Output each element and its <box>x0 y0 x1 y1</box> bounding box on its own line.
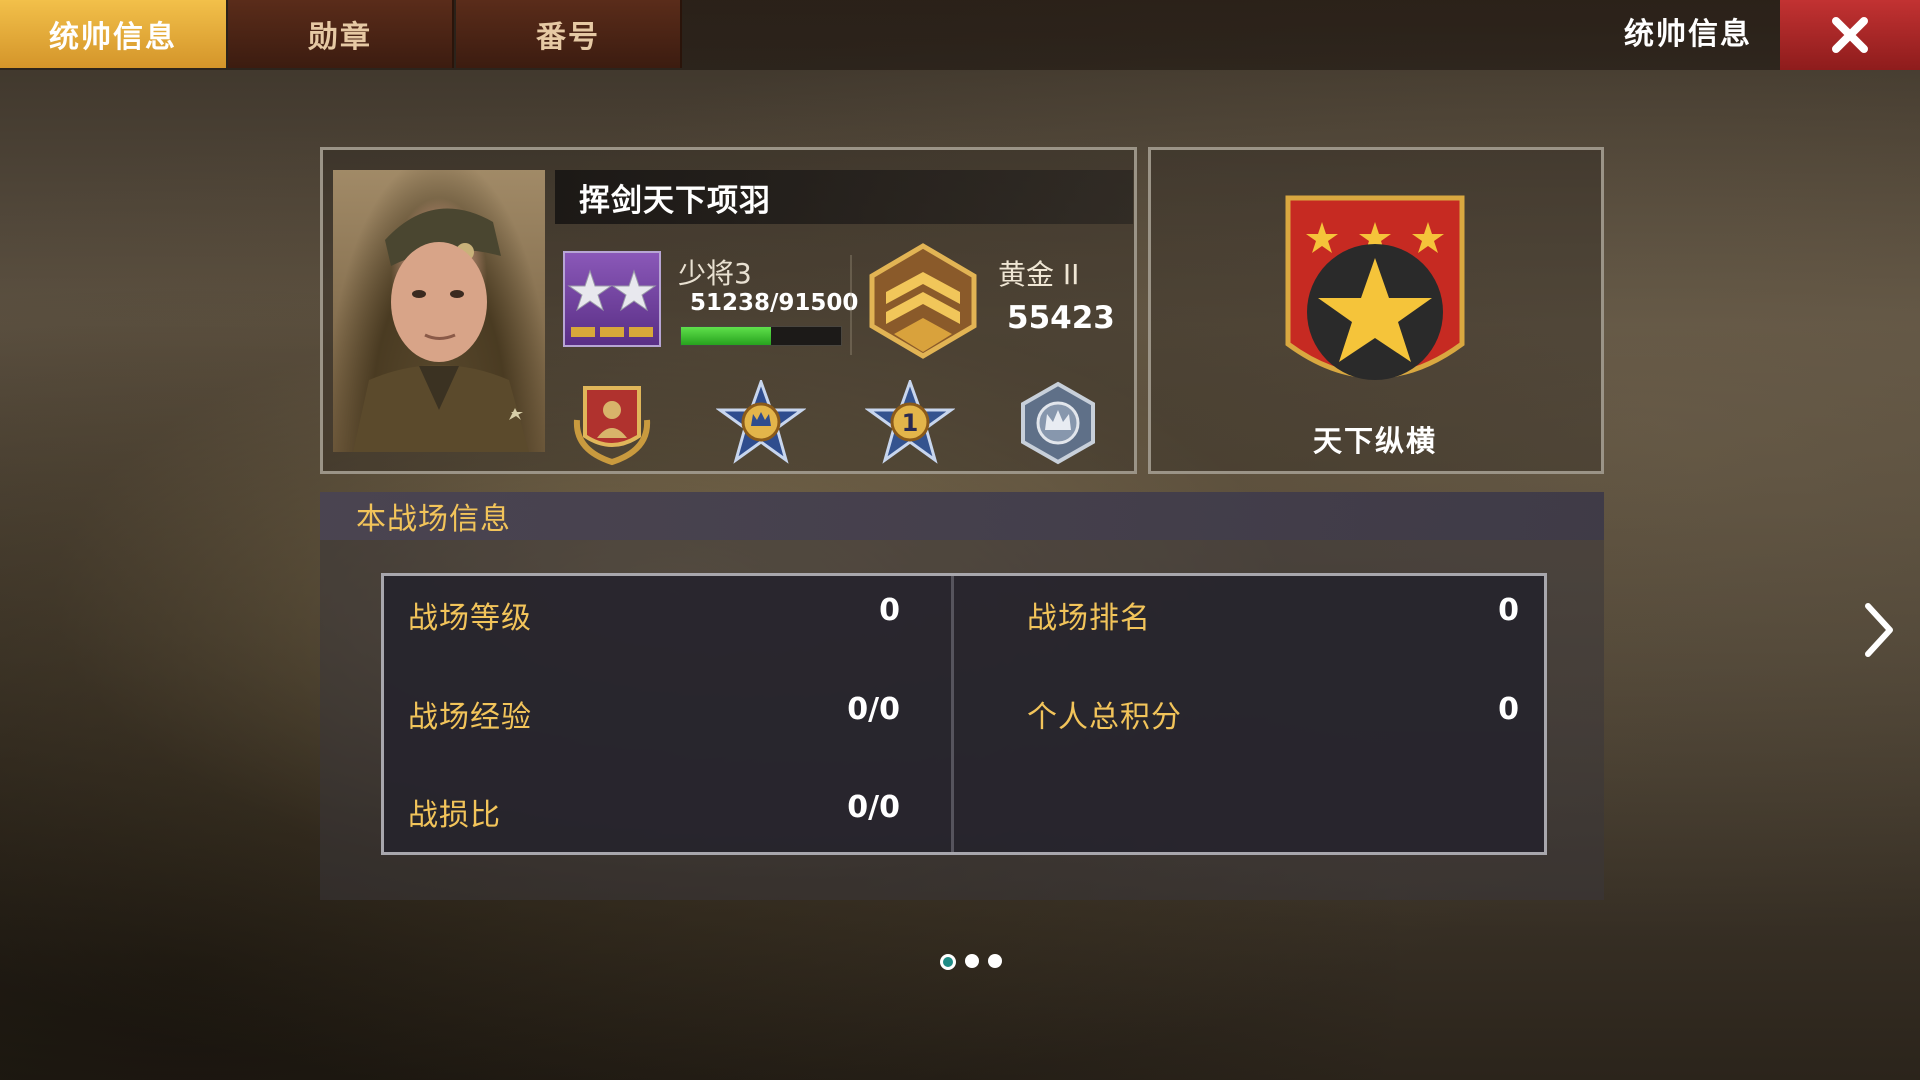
crown-star-medal-icon[interactable] <box>716 380 806 466</box>
silver-crown-medal-icon[interactable] <box>1013 380 1103 466</box>
stat-value-battle-level: 0 <box>879 593 900 628</box>
tab-medals-label: 勋章 <box>308 20 372 55</box>
stat-label-battle-level: 战场等级 <box>408 601 532 636</box>
exp-progress-bar <box>680 326 842 346</box>
stat-value-battle-exp: 0/0 <box>847 692 900 727</box>
stat-value-battle-rank: 0 <box>1498 593 1519 628</box>
gold-tier-icon[interactable] <box>866 242 980 360</box>
gold-tier-score: 55423 <box>1007 300 1115 336</box>
close-icon <box>1832 17 1868 53</box>
commander-portrait[interactable] <box>333 170 545 452</box>
profile-divider <box>850 255 852 355</box>
rank-name: 少将3 <box>678 257 752 290</box>
page-dot-2[interactable] <box>965 954 979 968</box>
page-title: 统帅信息 <box>1624 17 1752 52</box>
next-page-arrow-icon[interactable] <box>1858 600 1898 660</box>
svg-text:1: 1 <box>902 409 919 437</box>
tab-unit-number[interactable]: 番号 <box>456 0 682 68</box>
avatar <box>353 208 529 452</box>
page-dot-1[interactable] <box>940 954 956 970</box>
soldier-medal-icon[interactable] <box>567 380 657 466</box>
battlefield-section-title: 本战场信息 <box>320 492 1604 540</box>
stat-value-loss-ratio: 0/0 <box>847 790 900 825</box>
legion-shield-icon[interactable] <box>1282 194 1468 418</box>
number-one-medal-icon[interactable]: 1 <box>865 380 955 466</box>
stat-value-total-points: 0 <box>1498 692 1519 727</box>
gold-tier-label: 黄金 II <box>998 258 1080 291</box>
rank-badge[interactable] <box>563 251 661 347</box>
close-button[interactable] <box>1780 0 1920 70</box>
pagination-dots <box>940 954 1002 970</box>
rank-stars-icon <box>567 269 657 337</box>
stats-divider <box>951 576 954 852</box>
stat-label-total-points: 个人总积分 <box>1027 700 1182 735</box>
stat-label-battle-rank: 战场排名 <box>1027 601 1151 636</box>
legion-name: 天下纵横 <box>1312 424 1437 458</box>
tab-commander-info[interactable]: 统帅信息 <box>0 0 226 68</box>
rank-exp: 51238/91500 <box>690 290 859 316</box>
tab-medals[interactable]: 勋章 <box>228 0 454 68</box>
stat-label-loss-ratio: 战损比 <box>408 798 501 833</box>
exp-progress-fill <box>681 327 771 345</box>
page-dot-3[interactable] <box>988 954 1002 968</box>
tab-unit-number-label: 番号 <box>536 20 600 55</box>
tab-commander-info-label: 统帅信息 <box>49 20 177 55</box>
stat-label-battle-exp: 战场经验 <box>408 700 532 735</box>
commander-name: 挥剑天下项羽 <box>555 170 1133 224</box>
